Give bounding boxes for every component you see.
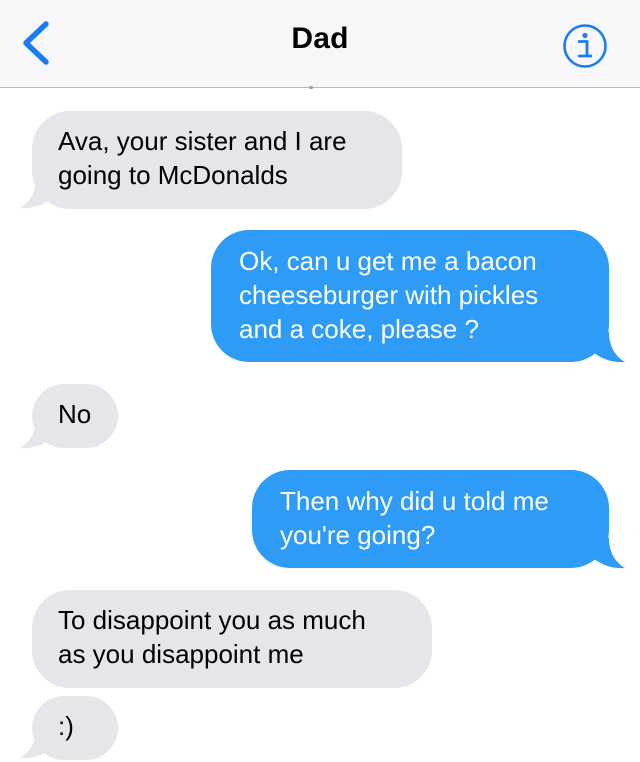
bubble-tail-incoming [20, 418, 54, 449]
message-bubble-outgoing[interactable]: Then why did u told me you're going? [252, 470, 609, 568]
bubble-tail-incoming [20, 728, 54, 759]
message-bubble-incoming[interactable]: Ava, your sister and I are going to McDo… [32, 111, 402, 209]
conversation-screen: Dad Ava, your sister and I are going to … [0, 0, 640, 762]
info-button[interactable] [562, 23, 608, 69]
info-circle-icon [563, 24, 607, 68]
bubble-tail-outgoing [591, 332, 625, 363]
bubble-tail-incoming [20, 178, 54, 209]
bubble-tail-outgoing [591, 538, 625, 569]
contact-name[interactable]: Dad [0, 22, 640, 56]
message-bubble-outgoing[interactable]: Ok, can u get me a bacon cheeseburger wi… [211, 230, 609, 362]
navigation-bar: Dad [0, 0, 640, 88]
message-bubble-incoming[interactable]: To disappoint you as much as you disappo… [32, 590, 432, 688]
scroll-indicator [309, 86, 313, 89]
